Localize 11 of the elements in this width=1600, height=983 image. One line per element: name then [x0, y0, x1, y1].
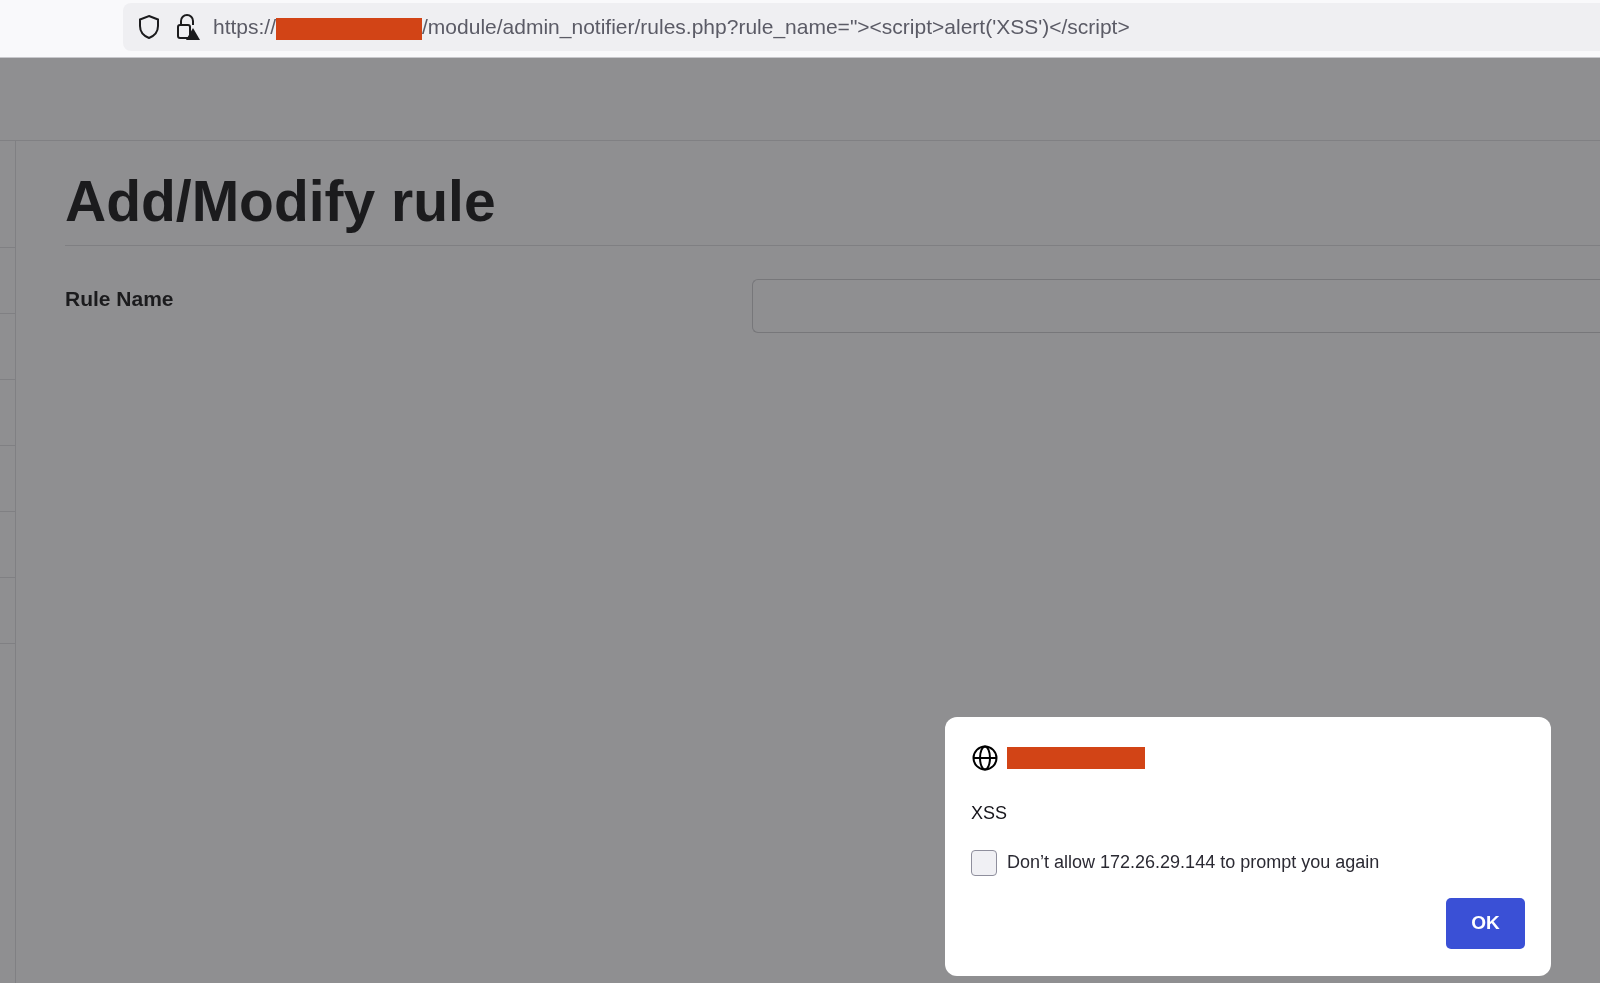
ok-button[interactable]: OK	[1446, 898, 1525, 949]
checkbox[interactable]	[971, 849, 997, 876]
input-field[interactable]	[752, 279, 1600, 334]
url-text: https:// /module/admin_notifier/rules.php?rule_name="><script>alert('XSS')</script>	[213, 14, 1130, 42]
address-bar[interactable]: https:// /module/admin_notifier/rules.php?rule_name="><script>alert('XSS')</script>	[123, 3, 1600, 51]
globe-icon	[971, 744, 999, 772]
page-title: Add/Modify rule	[65, 168, 497, 235]
alert-message: XSS	[971, 802, 1009, 825]
field-label: Rule Name	[65, 286, 175, 313]
checkbox-label: Don’t allow 172.26.29.144 to prompt you again	[1007, 851, 1380, 874]
shield-icon[interactable]	[137, 14, 161, 40]
